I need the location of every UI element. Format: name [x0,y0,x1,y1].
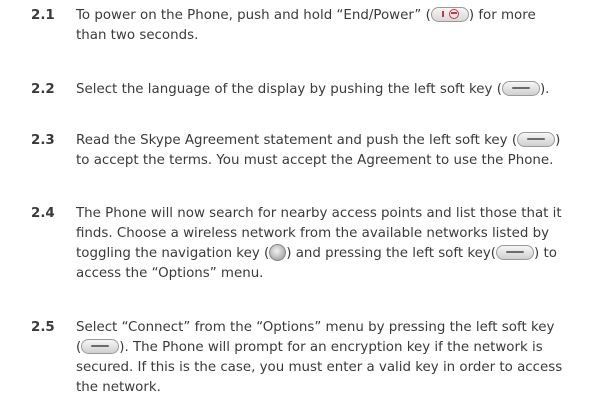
text-line: Read the Skype Agreement statement and p… [76,131,608,151]
text-line: The Phone will now search for nearby acc… [76,206,562,221]
step-text: Select the language of the display by pu… [76,80,608,100]
text-line: To power on the Phone, push and hold “En… [76,6,608,26]
step-number: 2.2 [31,82,55,97]
text-line: to accept the terms. You must accept the… [76,153,554,168]
left-soft-key-icon [81,339,120,354]
step-text: Select “Connect” from the “Options” menu… [76,318,608,398]
text-line: (). The Phone will prompt for an encrypt… [76,338,608,358]
end-power-key-icon [430,7,469,22]
text-segment: Select the language of the display by pu… [76,82,502,97]
navigation-key-icon [269,244,287,261]
left-soft-key-icon [496,245,535,260]
text-line: finds. Choose a wireless network from th… [76,226,550,241]
text-segment: ) and pressing the left soft key( [286,246,497,261]
text-line: Select the language of the display by pu… [76,80,608,100]
instruction-page: 2.1 To power on the Phone, push and hold… [0,0,615,407]
text-line: access the “Options” menu. [76,266,264,281]
text-segment: ). [539,82,550,97]
step-text: Read the Skype Agreement statement and p… [76,131,608,171]
text-segment: ). The Phone will prompt for an encrypti… [119,340,543,355]
step-text: The Phone will now search for nearby acc… [76,204,608,284]
text-line: Select “Connect” from the “Options” menu… [76,320,555,335]
text-line: secured. If this is the case, you must e… [76,360,563,375]
text-line: the network. [76,380,161,395]
text-line: than two seconds. [76,28,199,43]
step-number: 2.5 [31,320,55,335]
step-number: 2.1 [31,8,55,23]
step-number: 2.4 [31,206,55,221]
text-line: toggling the navigation key ( ) and press… [76,244,608,264]
left-soft-key-icon [501,81,540,96]
text-segment: ) [555,133,561,148]
text-segment: toggling the navigation key ( [76,246,270,261]
text-segment: ) for more [468,8,536,23]
left-soft-key-icon [517,132,556,147]
step-number: 2.3 [31,133,55,148]
step-text: To power on the Phone, push and hold “En… [76,6,608,46]
text-segment: ) to [534,246,557,261]
text-segment: To power on the Phone, push and hold “En… [76,8,431,23]
text-segment: Read the Skype Agreement statement and p… [76,133,518,148]
